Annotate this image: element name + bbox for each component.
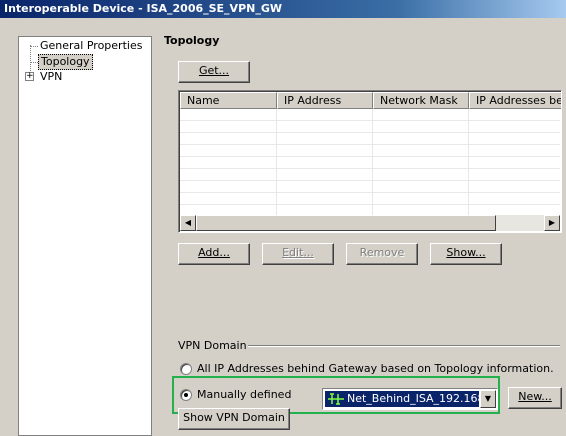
expand-plus-icon[interactable]: + xyxy=(25,72,34,81)
column-header-network-mask[interactable]: Network Mask xyxy=(373,92,469,109)
window-title: Interoperable Device - ISA_2006_SE_VPN_G… xyxy=(0,0,566,18)
table-row xyxy=(180,169,560,181)
radio-label: All IP Addresses behind Gateway based on… xyxy=(197,362,554,375)
get-button-label: Get... xyxy=(198,64,230,77)
navigation-tree: General Properties Topology + VPN xyxy=(18,36,152,436)
scroll-right-arrow-icon[interactable]: ▶ xyxy=(544,215,560,231)
table-row xyxy=(180,121,560,133)
table-row xyxy=(180,193,560,205)
table-header: Name IP Address Network Mask IP Addresse… xyxy=(180,92,561,109)
add-button-label: Add... xyxy=(198,246,230,259)
combo-selected-value: Net_Behind_ISA_192.168.4 xyxy=(325,391,479,407)
get-button[interactable]: Get... xyxy=(178,61,250,83)
show-button-label: Show... xyxy=(446,246,486,259)
tree-item-label: VPN xyxy=(40,70,63,83)
new-button[interactable]: New... xyxy=(508,387,562,409)
remove-button-label: Remove xyxy=(359,246,405,259)
network-icon xyxy=(328,393,344,405)
table-body xyxy=(180,109,560,217)
column-header-ip-addresses-behind[interactable]: IP Addresses behi xyxy=(469,92,561,109)
edit-button[interactable]: Edit... xyxy=(262,243,334,265)
dropdown-arrow-icon[interactable]: ▼ xyxy=(480,390,496,408)
show-button[interactable]: Show... xyxy=(430,243,502,265)
topology-table[interactable]: Name IP Address Network Mask IP Addresse… xyxy=(178,90,562,233)
vpn-domain-select[interactable]: Net_Behind_ISA_192.168.4 ▼ xyxy=(322,388,498,410)
table-row xyxy=(180,109,560,121)
table-row xyxy=(180,133,560,145)
group-divider xyxy=(248,345,560,347)
scrollbar-thumb[interactable] xyxy=(196,215,496,231)
radio-button[interactable] xyxy=(180,363,192,375)
table-row xyxy=(180,145,560,157)
column-header-ip-address[interactable]: IP Address xyxy=(277,92,373,109)
table-row xyxy=(180,181,560,193)
vpn-domain-group-label: VPN Domain xyxy=(178,339,247,352)
show-vpn-domain-button[interactable]: Show VPN Domain xyxy=(178,408,290,430)
radio-button-selected[interactable] xyxy=(180,389,192,401)
new-button-label: New... xyxy=(518,390,552,403)
edit-button-label: Edit... xyxy=(282,246,314,259)
add-button[interactable]: Add... xyxy=(178,243,250,265)
section-heading-topology: Topology xyxy=(164,34,220,47)
tree-item-label: Topology xyxy=(38,54,93,70)
remove-button[interactable]: Remove xyxy=(346,243,418,265)
combo-text: Net_Behind_ISA_192.168.4 xyxy=(347,392,479,405)
table-row xyxy=(180,157,560,169)
show-vpn-domain-button-label: Show VPN Domain xyxy=(183,411,285,424)
radio-label: Manually defined xyxy=(197,388,292,401)
scroll-left-arrow-icon[interactable]: ◀ xyxy=(180,215,196,231)
tree-item-label: General Properties xyxy=(40,39,143,52)
horizontal-scrollbar[interactable]: ◀ ▶ xyxy=(180,215,560,231)
column-header-name[interactable]: Name xyxy=(180,92,277,109)
